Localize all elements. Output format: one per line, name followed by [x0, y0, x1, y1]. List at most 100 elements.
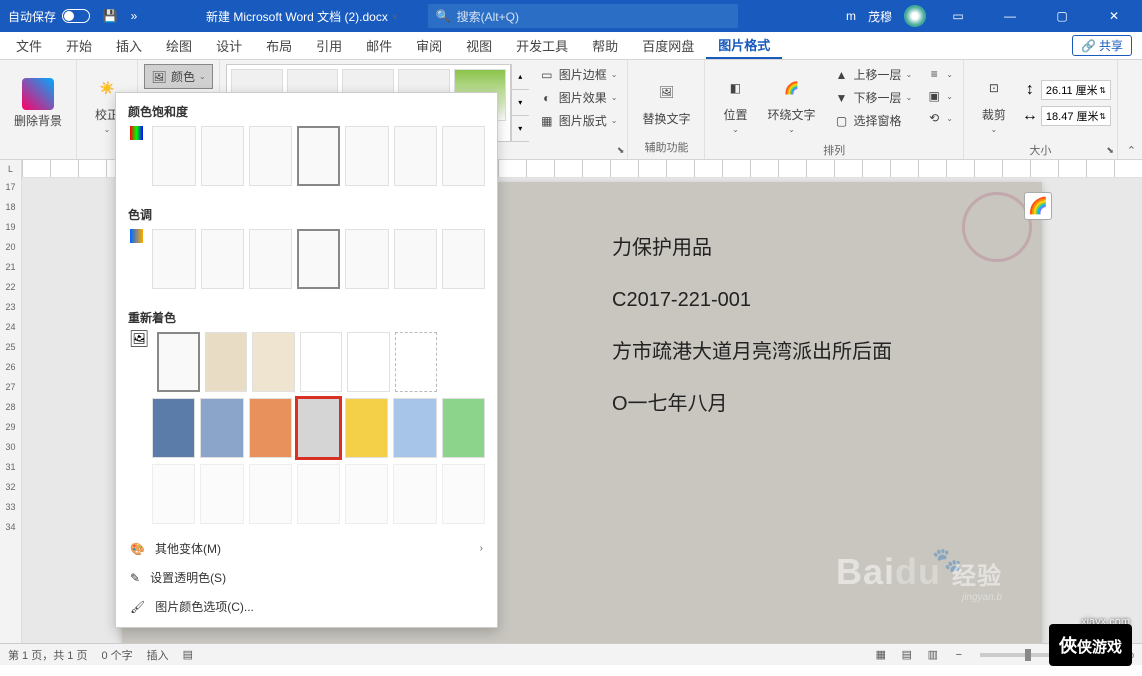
- position-button[interactable]: ◧ 位置⌄: [711, 64, 759, 142]
- tab-home[interactable]: 开始: [54, 32, 104, 59]
- toggle-switch[interactable]: [62, 9, 90, 23]
- web-layout-icon[interactable]: ▥: [922, 646, 944, 664]
- group-button[interactable]: ▣⌄: [922, 86, 957, 106]
- gallery-scroll[interactable]: ▴ ▾ ▾: [511, 64, 529, 142]
- recolor-thumb[interactable]: [157, 332, 200, 392]
- remove-background-button[interactable]: 删除背景: [6, 64, 70, 142]
- saturation-thumb[interactable]: [201, 126, 244, 186]
- recolor-thumb[interactable]: [393, 464, 436, 524]
- word-count[interactable]: 0 个字: [101, 647, 132, 663]
- more-icon[interactable]: »: [122, 4, 146, 28]
- document-title[interactable]: 新建 Microsoft Word 文档 (2).docx ∨: [206, 8, 398, 25]
- recolor-thumb[interactable]: [442, 464, 485, 524]
- recolor-thumb[interactable]: [249, 398, 292, 458]
- vertical-ruler[interactable]: 171819 202122 232425 262728 293031 32333…: [0, 178, 22, 643]
- avatar[interactable]: [904, 5, 926, 27]
- macro-icon[interactable]: ▤: [183, 648, 193, 661]
- tab-picture-format[interactable]: 图片格式: [706, 32, 782, 59]
- height-input[interactable]: 26.11 厘米⇅: [1041, 80, 1111, 100]
- read-mode-icon[interactable]: ▦: [870, 646, 892, 664]
- search-input[interactable]: 🔍 搜索(Alt+Q): [428, 4, 738, 28]
- scroll-down-icon[interactable]: ▾: [512, 90, 529, 116]
- saturation-thumb[interactable]: [394, 126, 437, 186]
- recolor-thumb[interactable]: [152, 398, 195, 458]
- recolor-thumb[interactable]: [345, 464, 388, 524]
- height-icon: ↕: [1022, 82, 1038, 98]
- tone-thumb[interactable]: [249, 229, 292, 289]
- recolor-thumb[interactable]: [347, 332, 390, 392]
- saturation-thumb[interactable]: [442, 126, 485, 186]
- collapse-ribbon-icon[interactable]: ⌃: [1127, 144, 1136, 157]
- alt-text-button[interactable]: 🖼 替换文字: [634, 64, 698, 139]
- tone-thumb[interactable]: [442, 229, 485, 289]
- color-options-item[interactable]: 🖌 图片颜色选项(C)...: [116, 592, 497, 621]
- ribbon-mode-icon[interactable]: ▭: [938, 0, 978, 32]
- width-input[interactable]: 18.47 厘米⇅: [1041, 106, 1111, 126]
- recolor-thumb[interactable]: [200, 464, 243, 524]
- user-name[interactable]: 茂穆: [868, 8, 892, 25]
- print-layout-icon[interactable]: ▤: [896, 646, 918, 664]
- close-button[interactable]: ✕: [1094, 0, 1134, 32]
- expand-gallery-icon[interactable]: ▾: [512, 116, 529, 142]
- recolor-thumb[interactable]: [297, 464, 340, 524]
- recolor-thumb[interactable]: [205, 332, 248, 392]
- tone-thumb[interactable]: [394, 229, 437, 289]
- recolor-thumb[interactable]: [395, 332, 438, 392]
- tone-thumb[interactable]: [152, 229, 195, 289]
- selection-pane-button[interactable]: ▢选择窗格: [829, 110, 916, 131]
- picture-layout-button[interactable]: ▦图片版式⌄: [535, 110, 622, 131]
- dialog-launcher-icon[interactable]: ⬊: [1106, 145, 1114, 156]
- crop-button[interactable]: ⊡ 裁剪⌄: [970, 64, 1018, 142]
- set-transparent-item[interactable]: ✎ 设置透明色(S): [116, 563, 497, 592]
- bring-forward-button[interactable]: ▲上移一层⌄: [829, 64, 916, 85]
- tab-layout[interactable]: 布局: [254, 32, 304, 59]
- recolor-thumb[interactable]: [252, 332, 295, 392]
- tab-help[interactable]: 帮助: [580, 32, 630, 59]
- picture-effects-button[interactable]: ◐图片效果⌄: [535, 87, 622, 108]
- picture-border-button[interactable]: ▭图片边框⌄: [535, 64, 622, 85]
- recolor-thumb[interactable]: [200, 398, 243, 458]
- recolor-thumb[interactable]: [442, 398, 485, 458]
- auto-save-toggle[interactable]: 自动保存: [0, 8, 98, 25]
- tab-developer[interactable]: 开发工具: [504, 32, 580, 59]
- tone-thumb[interactable]: [345, 229, 388, 289]
- save-icon[interactable]: 💾: [98, 4, 122, 28]
- recolor-thumb[interactable]: [152, 464, 195, 524]
- layout-options-icon[interactable]: 🌈: [1024, 192, 1052, 220]
- tab-insert[interactable]: 插入: [104, 32, 154, 59]
- saturation-thumb[interactable]: [345, 126, 388, 186]
- tab-draw[interactable]: 绘图: [154, 32, 204, 59]
- scroll-up-icon[interactable]: ▴: [512, 64, 529, 90]
- tab-mailings[interactable]: 邮件: [354, 32, 404, 59]
- position-icon: ◧: [719, 72, 751, 104]
- recolor-thumb[interactable]: [300, 332, 343, 392]
- align-button[interactable]: ≡⌄: [922, 64, 957, 84]
- rotate-button[interactable]: ⟲⌄: [922, 108, 957, 128]
- tab-review[interactable]: 审阅: [404, 32, 454, 59]
- maximize-button[interactable]: ▢: [1042, 0, 1082, 32]
- saturation-thumb[interactable]: [249, 126, 292, 186]
- send-backward-button[interactable]: ▼下移一层⌄: [829, 87, 916, 108]
- zoom-out-button[interactable]: −: [948, 646, 970, 664]
- share-button[interactable]: 🔗共享: [1072, 35, 1132, 56]
- color-button[interactable]: 🖼 颜色⌄: [144, 64, 213, 89]
- more-variations-item[interactable]: 🎨 其他变体(M) ›: [116, 534, 497, 563]
- tab-view[interactable]: 视图: [454, 32, 504, 59]
- tab-baidu[interactable]: 百度网盘: [630, 32, 706, 59]
- insert-mode[interactable]: 插入: [147, 647, 169, 663]
- tab-design[interactable]: 设计: [204, 32, 254, 59]
- tab-references[interactable]: 引用: [304, 32, 354, 59]
- recolor-thumb[interactable]: [393, 398, 436, 458]
- saturation-thumb[interactable]: [152, 126, 195, 186]
- minimize-button[interactable]: —: [990, 0, 1030, 32]
- saturation-thumb-selected[interactable]: [297, 126, 340, 186]
- dialog-launcher-icon[interactable]: ⬊: [617, 145, 625, 156]
- tone-thumb-selected[interactable]: [297, 229, 340, 289]
- recolor-thumb[interactable]: [249, 464, 292, 524]
- recolor-thumb[interactable]: [345, 398, 388, 458]
- recolor-thumb-highlighted[interactable]: [297, 398, 340, 458]
- page-info[interactable]: 第 1 页，共 1 页: [8, 647, 87, 663]
- tab-file[interactable]: 文件: [4, 32, 54, 59]
- wrap-text-button[interactable]: 🌈 环绕文字⌄: [759, 64, 823, 142]
- tone-thumb[interactable]: [201, 229, 244, 289]
